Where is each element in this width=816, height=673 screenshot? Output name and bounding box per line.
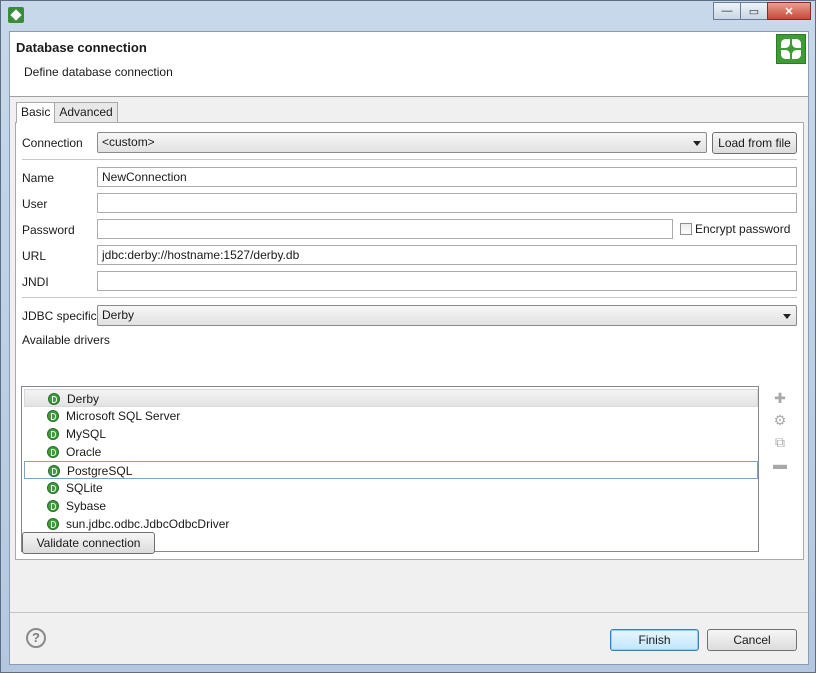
- driver-label: Sybase: [66, 499, 107, 513]
- list-item[interactable]: Sybase: [24, 497, 758, 515]
- driver-label: SQLite: [66, 481, 103, 495]
- finish-button[interactable]: Finish: [610, 629, 699, 651]
- driver-icon: [48, 393, 60, 405]
- password-field[interactable]: [97, 219, 673, 239]
- driver-icon: [47, 518, 59, 530]
- driver-icon: [47, 500, 59, 512]
- jdbc-specific-select[interactable]: Derby: [97, 305, 797, 326]
- jdbc-specific-label: JDBC specific: [22, 309, 97, 323]
- name-label: Name: [22, 171, 55, 185]
- dialog-client: Database connection Define database conn…: [9, 31, 809, 665]
- connection-label: Connection: [22, 136, 83, 150]
- app-icon: [8, 7, 24, 23]
- tab-bar: Basic Advanced: [16, 102, 118, 123]
- driver-label: MySQL: [66, 427, 107, 441]
- chevron-down-icon: [783, 314, 791, 319]
- title-bar: — ▭ ✕: [1, 1, 815, 29]
- validate-connection-button[interactable]: Validate connection: [22, 532, 155, 554]
- list-item[interactable]: PostgreSQL: [24, 461, 758, 479]
- user-label: User: [22, 197, 48, 211]
- encrypt-password-checkbox[interactable]: [680, 223, 692, 235]
- list-item[interactable]: Microsoft SQL Server: [24, 407, 758, 425]
- driver-label: PostgreSQL: [67, 464, 133, 478]
- edit-icon[interactable]: ⚙: [773, 413, 787, 427]
- driver-label: Oracle: [66, 445, 102, 459]
- dialog-window: — ▭ ✕ Database connection Define databas…: [0, 0, 816, 673]
- divider: [22, 297, 797, 299]
- divider: [22, 159, 797, 161]
- driver-icon: [47, 428, 59, 440]
- add-icon[interactable]: ✚: [773, 391, 787, 405]
- encrypt-password-label: Encrypt password: [695, 222, 791, 236]
- help-icon[interactable]: ?: [26, 628, 46, 648]
- minimize-button[interactable]: —: [713, 2, 741, 20]
- list-item[interactable]: sun.jdbc.odbc.JdbcOdbcDriver: [24, 515, 758, 533]
- jndi-field[interactable]: [97, 271, 797, 291]
- password-label: Password: [22, 223, 75, 237]
- dialog-subtitle: Define database connection: [24, 65, 173, 79]
- jndi-label: JNDI: [22, 275, 49, 289]
- maximize-button[interactable]: ▭: [740, 2, 768, 20]
- footer-divider: [10, 612, 808, 613]
- copy-icon[interactable]: ⧉: [773, 435, 787, 449]
- window-controls: — ▭ ✕: [713, 2, 811, 22]
- drivers-list[interactable]: Derby Microsoft SQL Server MySQL Oracle …: [21, 386, 759, 552]
- url-field[interactable]: jdbc:derby://hostname:1527/derby.db: [97, 245, 797, 265]
- driver-label: sun.jdbc.odbc.JdbcOdbcDriver: [66, 517, 230, 531]
- close-button[interactable]: ✕: [767, 2, 811, 20]
- list-item[interactable]: MySQL: [24, 425, 758, 443]
- driver-label: Derby: [67, 392, 100, 406]
- driver-icon: [48, 465, 60, 477]
- driver-icon: [47, 446, 59, 458]
- load-from-file-button[interactable]: Load from file: [712, 132, 797, 154]
- dialog-title: Database connection: [16, 40, 147, 55]
- list-item[interactable]: Oracle: [24, 443, 758, 461]
- driver-icon: [47, 410, 59, 422]
- tab-basic[interactable]: Basic: [16, 102, 56, 123]
- user-field[interactable]: [97, 193, 797, 213]
- cancel-button[interactable]: Cancel: [707, 629, 797, 651]
- dialog-header: Database connection Define database conn…: [10, 32, 808, 97]
- jdbc-specific-value: Derby: [102, 308, 135, 322]
- list-item[interactable]: SQLite: [24, 479, 758, 497]
- available-drivers-label: Available drivers: [22, 333, 110, 347]
- name-field[interactable]: NewConnection: [97, 167, 797, 187]
- list-item[interactable]: Derby: [24, 389, 758, 407]
- url-label: URL: [22, 249, 47, 263]
- connection-value: <custom>: [102, 135, 155, 149]
- tab-advanced[interactable]: Advanced: [54, 102, 118, 122]
- connection-select[interactable]: <custom>: [97, 132, 707, 153]
- remove-icon[interactable]: ▬: [773, 457, 787, 471]
- basic-panel: Connection <custom> Load from file Name …: [15, 122, 804, 560]
- driver-icon: [47, 482, 59, 494]
- cloverleaf-logo-icon: [776, 34, 806, 64]
- driver-label: Microsoft SQL Server: [66, 409, 181, 423]
- chevron-down-icon: [693, 141, 701, 146]
